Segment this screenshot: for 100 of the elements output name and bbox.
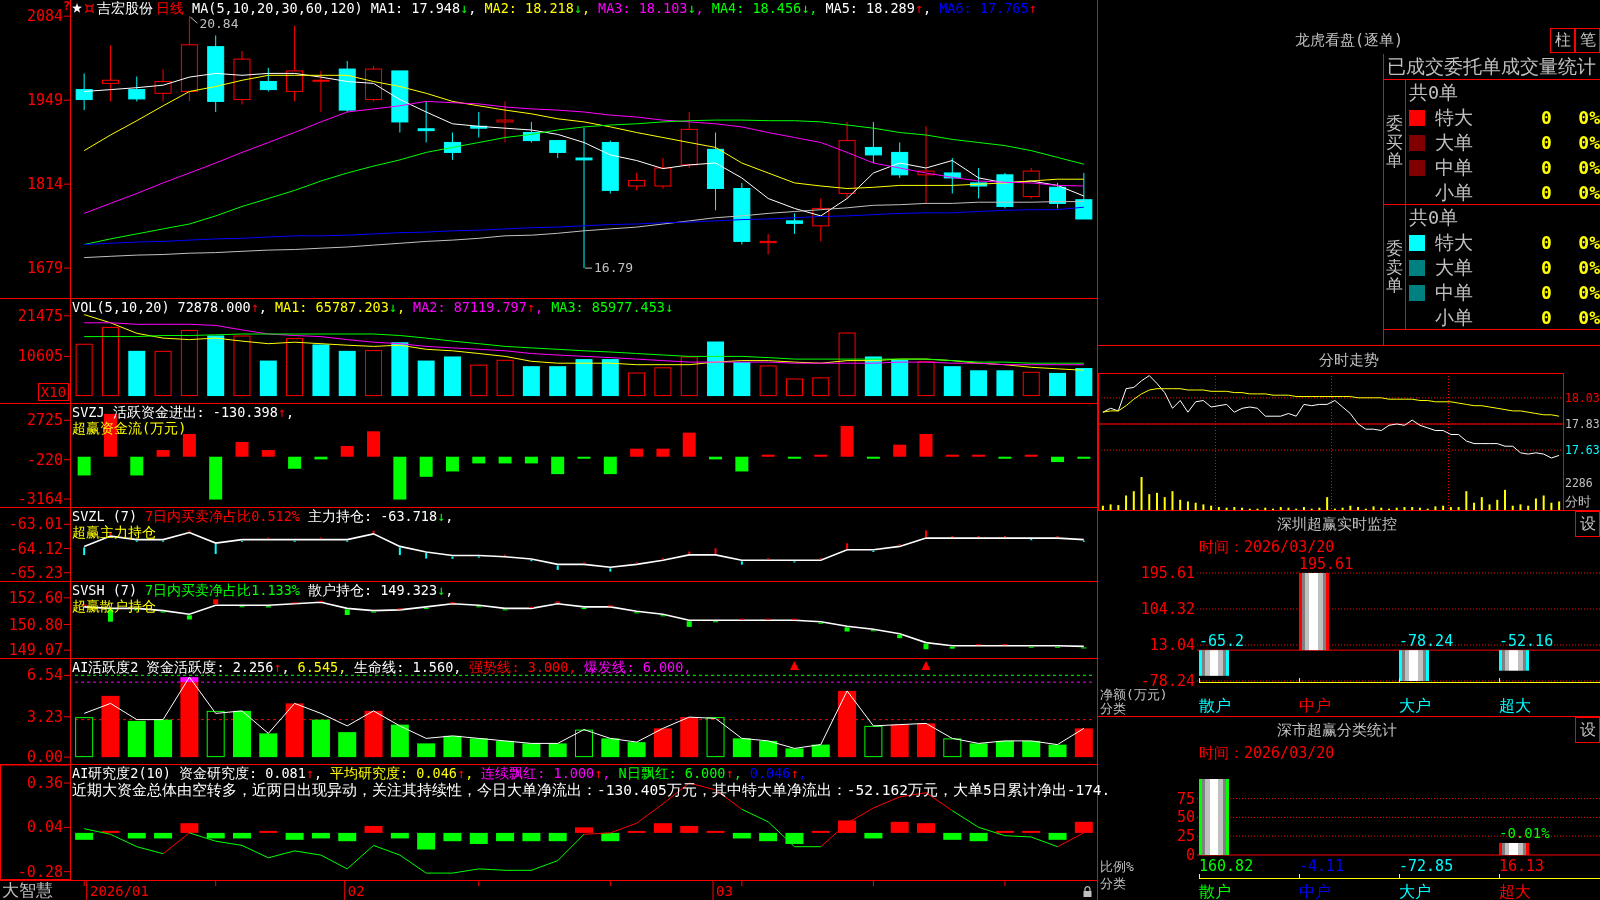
- brand-label: 大智慧: [2, 881, 53, 899]
- legend-value: 7日内买卖净占比0.512%: [145, 508, 300, 524]
- candlestick: [943, 157, 961, 194]
- panel-title: 深圳超赢实时监控: [1276, 515, 1397, 533]
- bar-value-label: -65.2: [1199, 632, 1245, 651]
- indicator-name: SVZJ: [72, 404, 105, 420]
- view-toggle-button[interactable]: 笔: [1575, 28, 1600, 53]
- order-size-label: 中单: [1435, 281, 1473, 304]
- axis-tick-label: 1949: [26, 91, 63, 110]
- volume-scale-label: 2286: [1565, 476, 1593, 490]
- axis-tick-label: 10605: [17, 347, 63, 366]
- settings-button[interactable]: 设: [1575, 511, 1600, 537]
- trend-arrow: ↑: [1028, 0, 1037, 16]
- trend-arrow: ↑,: [250, 299, 267, 315]
- axis-tick-label: 0.36: [26, 774, 63, 792]
- trend-arrow: ↑,: [277, 404, 295, 420]
- axis-tick-label: 1814: [26, 175, 63, 194]
- axis-tick-label: 75: [1176, 789, 1195, 808]
- axis-tick-label: 3.23: [26, 707, 63, 726]
- axis-tick-label: 6.54: [26, 666, 63, 685]
- axis-tick-label: -78.24: [1140, 672, 1195, 690]
- candlestick: [785, 212, 803, 235]
- trend-arrow: ↑,: [790, 765, 807, 781]
- legend-value: 主力持仓: -63.718: [307, 508, 438, 524]
- axis-tick-label: 17.83: [1565, 417, 1600, 431]
- view-toggle-button[interactable]: 柱: [1550, 28, 1575, 53]
- period-label: 日线: [156, 0, 184, 16]
- legend-value: 7日内买卖净占比1.133%: [145, 582, 300, 598]
- candlestick: [549, 140, 567, 159]
- legend-value: MA3: 18.103: [598, 0, 688, 16]
- order-size-label: 大单: [1435, 131, 1473, 154]
- legend-value: 连续飘红: 1.000: [481, 765, 595, 781]
- annotation: 20.84: [199, 16, 239, 32]
- legend-value: 6.545,: [297, 659, 347, 675]
- axis-tick-label: -3164: [17, 490, 63, 507]
- bar-value-label: -78.24: [1399, 632, 1454, 651]
- annotation: 16.79: [594, 260, 634, 276]
- axis-tick-label: 50: [1176, 808, 1195, 827]
- scale-label: X10: [38, 383, 69, 401]
- legend-value: MA4: 18.456: [711, 0, 802, 16]
- order-count: 0: [1541, 106, 1552, 129]
- candlestick: [970, 167, 988, 199]
- trend-arrow: ↓: [664, 299, 674, 315]
- settings-button[interactable]: 设: [1575, 717, 1600, 743]
- legend-value: 散户持仓: 149.323: [307, 582, 438, 598]
- candlestick: [443, 132, 461, 161]
- axis-tick-label: -65.23: [8, 563, 63, 581]
- lock-icon[interactable]: [1083, 886, 1092, 897]
- trend-arrow: ↓,: [801, 0, 818, 16]
- order-size-label: 中单: [1435, 156, 1473, 179]
- order-count: 0: [1541, 256, 1552, 279]
- trend-arrow: ↓,: [437, 508, 454, 524]
- indicator-name: VOL(5,10,20): [72, 299, 170, 315]
- order-count: 0: [1541, 306, 1552, 329]
- order-size-label: 大单: [1435, 256, 1473, 279]
- axis-tick-label: 17.63: [1565, 443, 1600, 458]
- legend-value: MA1: 17.948: [370, 0, 461, 16]
- candlestick: [338, 60, 356, 113]
- indicator-name: AI活跃度2: [72, 659, 139, 675]
- time-label: 时间：2026/03/20: [1199, 538, 1335, 556]
- order-size-label: 特大: [1435, 231, 1473, 254]
- table-title: 已成交委托单成交量统计: [1387, 55, 1596, 78]
- order-count: 0: [1541, 156, 1552, 179]
- star-icon[interactable]: [72, 3, 82, 13]
- trend-arrow: ↑,: [273, 659, 290, 675]
- indicator-name: SVZL (7): [72, 508, 138, 524]
- axis-tick-label: -64.12: [8, 539, 63, 558]
- order-size-label: 小单: [1435, 306, 1473, 329]
- order-total: 共0单: [1409, 81, 1459, 104]
- indicator-name: SVSH (7): [72, 582, 138, 598]
- marker-icon[interactable]: [85, 3, 94, 13]
- axis-tick-label: 0.04: [26, 818, 63, 837]
- side-label: 委买单: [1386, 113, 1403, 171]
- legend-value: MA5: 18.289: [825, 0, 915, 16]
- legend-value: 活跃资金进出: -130.398: [112, 404, 278, 420]
- help-mark[interactable]: ?: [63, 0, 71, 12]
- bar-value-label: 195.61: [1299, 557, 1354, 573]
- trend-arrow: ↓,: [388, 299, 406, 315]
- indicator-name: MA(5,10,20,30,60,120): [192, 0, 363, 16]
- indicator-name: AI研究度2(10): [72, 765, 171, 781]
- legend-value: 0.046: [749, 765, 791, 781]
- trend-arrow: ↑,: [594, 765, 611, 781]
- candlestick: [470, 111, 488, 138]
- legend-value: N日飘红: 6.000: [618, 765, 726, 781]
- trend-arrow: ↓,: [437, 582, 454, 598]
- trend-arrow: ↑,: [526, 299, 544, 315]
- candlestick: [759, 233, 777, 255]
- order-count: 0: [1541, 281, 1552, 304]
- trend-arrow: ↓,: [460, 0, 477, 16]
- price-annotation: 20.84: [189, 16, 239, 32]
- trend-arrow: ↓,: [687, 0, 704, 16]
- candlestick: [812, 197, 830, 242]
- time-label: 时间：2026/03/20: [1199, 744, 1335, 762]
- order-count: 0: [1541, 181, 1552, 204]
- candlestick: [101, 44, 119, 102]
- candlestick: [417, 100, 435, 143]
- axis-tick-label: 195.61: [1140, 564, 1195, 582]
- trend-arrow: ↑,: [914, 0, 932, 16]
- axis-tick-label: 18.03: [1565, 390, 1600, 405]
- panel-title: 深市超赢分类统计: [1276, 721, 1397, 739]
